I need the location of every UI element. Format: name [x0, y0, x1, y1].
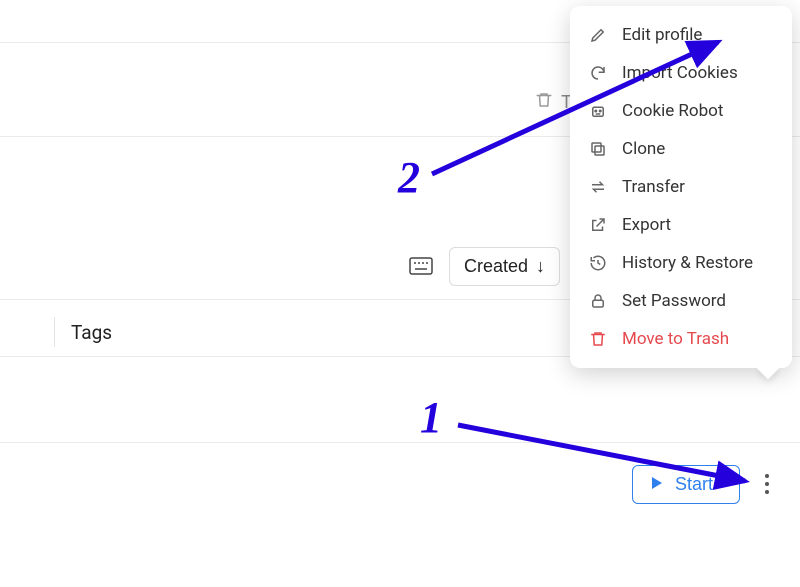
context-menu: Edit profile Import Cookies Cookie Robot Cl… [570, 6, 792, 368]
menu-item-copy[interactable]: Clone [570, 130, 792, 168]
menu-item-history[interactable]: History & Restore [570, 244, 792, 282]
menu-item-label: Move to Trash [622, 329, 729, 349]
export-icon [588, 216, 608, 234]
robot-icon [588, 102, 608, 120]
menu-item-pencil[interactable]: Edit profile [570, 16, 792, 54]
row-actions: Start [0, 462, 800, 506]
menu-item-trash[interactable]: Move to Trash [570, 320, 792, 358]
more-actions-button[interactable] [750, 464, 784, 504]
annotation-number-2: 2 [398, 152, 420, 203]
lock-icon [588, 292, 608, 310]
trash-icon [535, 91, 553, 114]
refresh-icon [588, 64, 608, 82]
start-label: Start [675, 474, 713, 495]
divider [0, 442, 800, 443]
pencil-icon [588, 26, 608, 44]
play-icon [651, 474, 663, 495]
history-icon [588, 254, 608, 272]
menu-item-label: Export [622, 215, 671, 235]
menu-item-refresh[interactable]: Import Cookies [570, 54, 792, 92]
menu-item-label: Transfer [622, 177, 685, 197]
swap-icon [588, 178, 608, 196]
kebab-dot [765, 482, 769, 486]
menu-item-label: Edit profile [622, 25, 702, 45]
kebab-dot [765, 490, 769, 494]
column-divider [54, 317, 55, 347]
menu-tail [757, 357, 780, 380]
tags-label: Tags [71, 321, 112, 344]
sort-button[interactable]: Created ↓ [449, 247, 560, 286]
copy-icon [588, 140, 608, 158]
arrow-down-icon: ↓ [536, 256, 545, 277]
menu-item-label: Clone [622, 139, 665, 159]
keyboard-icon[interactable] [409, 257, 433, 275]
menu-item-label: Import Cookies [622, 63, 738, 83]
menu-item-robot[interactable]: Cookie Robot [570, 92, 792, 130]
kebab-dot [765, 474, 769, 478]
menu-item-swap[interactable]: Transfer [570, 168, 792, 206]
annotation-number-1: 1 [420, 392, 442, 443]
menu-item-export[interactable]: Export [570, 206, 792, 244]
menu-item-lock[interactable]: Set Password [570, 282, 792, 320]
sort-label: Created [464, 256, 528, 277]
menu-item-label: Cookie Robot [622, 101, 723, 121]
trash-icon [588, 330, 608, 348]
start-button[interactable]: Start [632, 465, 740, 504]
menu-item-label: History & Restore [622, 253, 753, 273]
menu-item-label: Set Password [622, 291, 726, 311]
